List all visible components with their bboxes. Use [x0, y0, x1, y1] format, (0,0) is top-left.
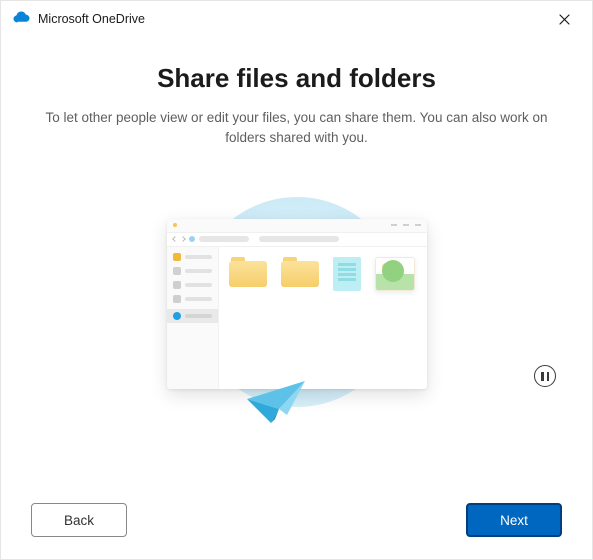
illustration-window-body [167, 247, 427, 389]
titlebar-left: Microsoft OneDrive [13, 10, 145, 28]
page-title: Share files and folders [157, 63, 436, 94]
footer: Back Next [1, 487, 592, 559]
paper-plane-icon [245, 379, 315, 427]
pause-icon [541, 372, 549, 381]
folder-icon [229, 257, 267, 287]
document-icon [333, 257, 361, 291]
onedrive-icon [13, 10, 30, 28]
folder-icon [281, 257, 319, 287]
illustration-window [167, 219, 427, 389]
image-thumbnail-icon [375, 257, 415, 291]
next-button[interactable]: Next [466, 503, 562, 537]
illustration-sidebar [167, 247, 219, 389]
illustration-window-dot [173, 223, 177, 227]
back-button[interactable]: Back [31, 503, 127, 537]
window-title: Microsoft OneDrive [38, 12, 145, 26]
illustration [157, 189, 437, 419]
pause-button[interactable] [534, 365, 556, 387]
illustration-window-titlebar [167, 219, 427, 233]
content-area: Share files and folders To let other peo… [1, 37, 592, 487]
titlebar: Microsoft OneDrive [1, 1, 592, 37]
illustration-window-addressbar [167, 233, 427, 247]
close-icon [559, 14, 570, 25]
page-subtitle: To let other people view or edit your fi… [37, 108, 557, 149]
close-button[interactable] [548, 5, 580, 33]
illustration-window-controls [391, 224, 421, 226]
illustration-files [219, 247, 427, 389]
